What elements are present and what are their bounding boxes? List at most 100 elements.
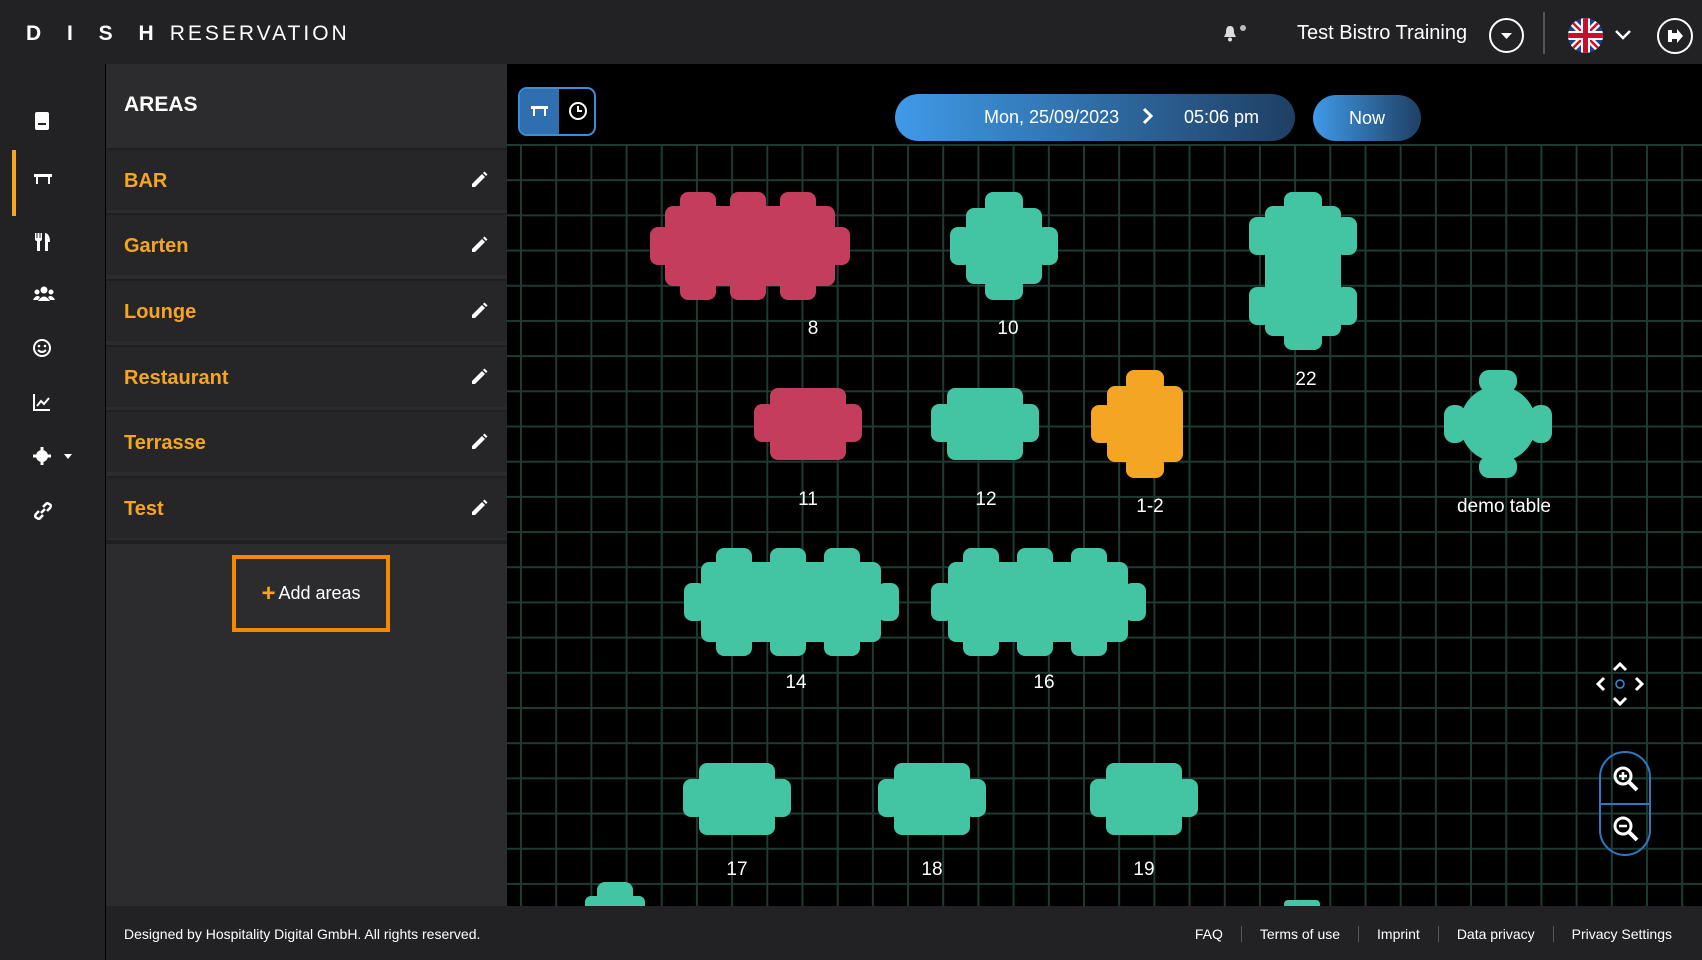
area-item-garten[interactable]: Garten [106,213,507,275]
area-label: BAR [124,170,168,192]
table-label: 19 [1133,859,1155,880]
divider [106,540,507,544]
caret-down-icon [1501,33,1512,39]
zoom-out-icon[interactable] [1612,815,1640,843]
chart-icon [33,394,50,411]
brand-bold: D I S H [26,22,164,45]
smiley-icon [33,339,51,357]
sidebar-item-reports[interactable] [0,380,105,426]
footer-links: FAQ Terms of use Imprint Data privacy Pr… [1177,926,1690,942]
restaurant-name[interactable]: Test Bistro Training [1297,22,1467,45]
pencil-icon[interactable] [469,367,489,387]
now-button[interactable]: Now [1313,95,1421,141]
divider [1543,12,1545,54]
footer: Designed by Hospitality Digital GmbH. Al… [106,906,1702,960]
chevron-right-icon[interactable] [1141,106,1155,126]
table-label: 12 [975,489,997,510]
table-label: 17 [726,859,748,880]
selected-date[interactable]: Mon, 25/09/2023 [984,107,1119,128]
brand-light: RESERVATION [169,22,350,45]
table-11[interactable] [754,384,864,464]
sidebar-item-guests[interactable] [0,272,105,318]
timeline-view-button[interactable] [559,89,594,134]
pencil-icon[interactable] [469,301,489,321]
sidebar-item-tables[interactable] [0,150,105,216]
imprint-link[interactable]: Imprint [1358,926,1438,942]
pencil-icon[interactable] [469,235,489,255]
table-label: 22 [1295,369,1317,390]
table-18[interactable] [878,759,988,839]
pan-controls[interactable] [1585,654,1655,724]
table-label: 14 [785,672,807,693]
sidebar-item-feedback[interactable] [0,326,105,372]
sidebar-item-settings[interactable] [0,434,105,480]
guests-icon [33,286,55,301]
table-label: 16 [1033,672,1055,693]
floorplan-view-button[interactable] [520,89,559,134]
pencil-icon[interactable] [469,498,489,518]
table-12[interactable] [931,384,1041,464]
table-10[interactable] [950,192,1060,302]
table-partial[interactable] [580,882,650,906]
link-icon [33,501,53,521]
top-bar: D I S H RESERVATION Test Bistro Training [0,0,1702,64]
sidebar-item-menu[interactable] [0,219,105,265]
area-item-bar[interactable]: BAR [106,148,507,210]
pencil-icon[interactable] [469,432,489,452]
faq-link[interactable]: FAQ [1177,926,1241,942]
data-privacy-link[interactable]: Data privacy [1437,926,1553,942]
cutlery-icon [35,233,50,251]
pan-right-icon [1634,676,1645,692]
area-label: Lounge [124,301,197,323]
zoom-controls [1599,751,1651,856]
selected-time[interactable]: 05:06 pm [1184,107,1259,128]
area-label: Terrasse [124,432,206,454]
table-16[interactable] [931,548,1146,658]
table-14[interactable] [684,548,899,658]
logout-button[interactable] [1657,18,1693,54]
pencil-icon[interactable] [469,170,489,190]
area-item-terrasse[interactable]: Terrasse [106,410,507,472]
logout-icon [1668,29,1683,43]
table-icon [531,106,548,116]
chevron-down-icon[interactable] [1612,24,1634,44]
icon-sidebar [0,64,105,960]
areas-panel: AREAS BAR Garten Lounge Restaurant Terra… [106,64,507,906]
date-time-picker[interactable]: Mon, 25/09/2023 05:06 pm [895,94,1295,141]
bell-icon[interactable] [1222,24,1248,42]
pan-down-icon [1612,696,1628,707]
areas-title: AREAS [124,93,198,116]
area-item-test[interactable]: Test [106,476,507,538]
clock-icon [569,102,587,120]
floor-plan-canvas[interactable]: Mon, 25/09/2023 05:06 pm Now 8 10 22 11 … [507,64,1702,906]
table-22[interactable] [1249,192,1359,352]
restaurant-dropdown-button[interactable] [1489,18,1524,53]
uk-flag-icon[interactable] [1568,18,1603,53]
area-label: Restaurant [124,367,229,389]
plus-icon: + [261,579,276,607]
table-19[interactable] [1090,759,1200,839]
sidebar-item-integrations[interactable] [0,488,105,534]
area-item-lounge[interactable]: Lounge [106,279,507,341]
pan-center-icon [1615,679,1625,689]
sidebar-item-reservations[interactable] [0,98,105,144]
zoom-in-icon[interactable] [1612,765,1640,793]
table-8[interactable] [650,192,850,302]
area-label: Garten [124,235,189,257]
add-areas-button[interactable]: + Add areas [232,555,390,632]
terms-link[interactable]: Terms of use [1240,926,1358,942]
brand-logo: D I S H RESERVATION [26,22,350,46]
table-demo[interactable] [1444,370,1554,480]
table-1-2[interactable] [1091,370,1201,480]
pan-up-icon [1612,661,1628,672]
privacy-settings-link[interactable]: Privacy Settings [1552,926,1690,942]
add-areas-label: Add areas [278,583,361,603]
view-toggle[interactable] [518,87,596,136]
table-icon [34,174,52,184]
table-17[interactable] [683,759,793,839]
settings-icon [33,447,72,465]
table-label: demo table [1456,496,1551,517]
area-item-restaurant[interactable]: Restaurant [106,345,507,407]
table-label: 8 [807,318,819,339]
area-label: Test [124,498,164,520]
